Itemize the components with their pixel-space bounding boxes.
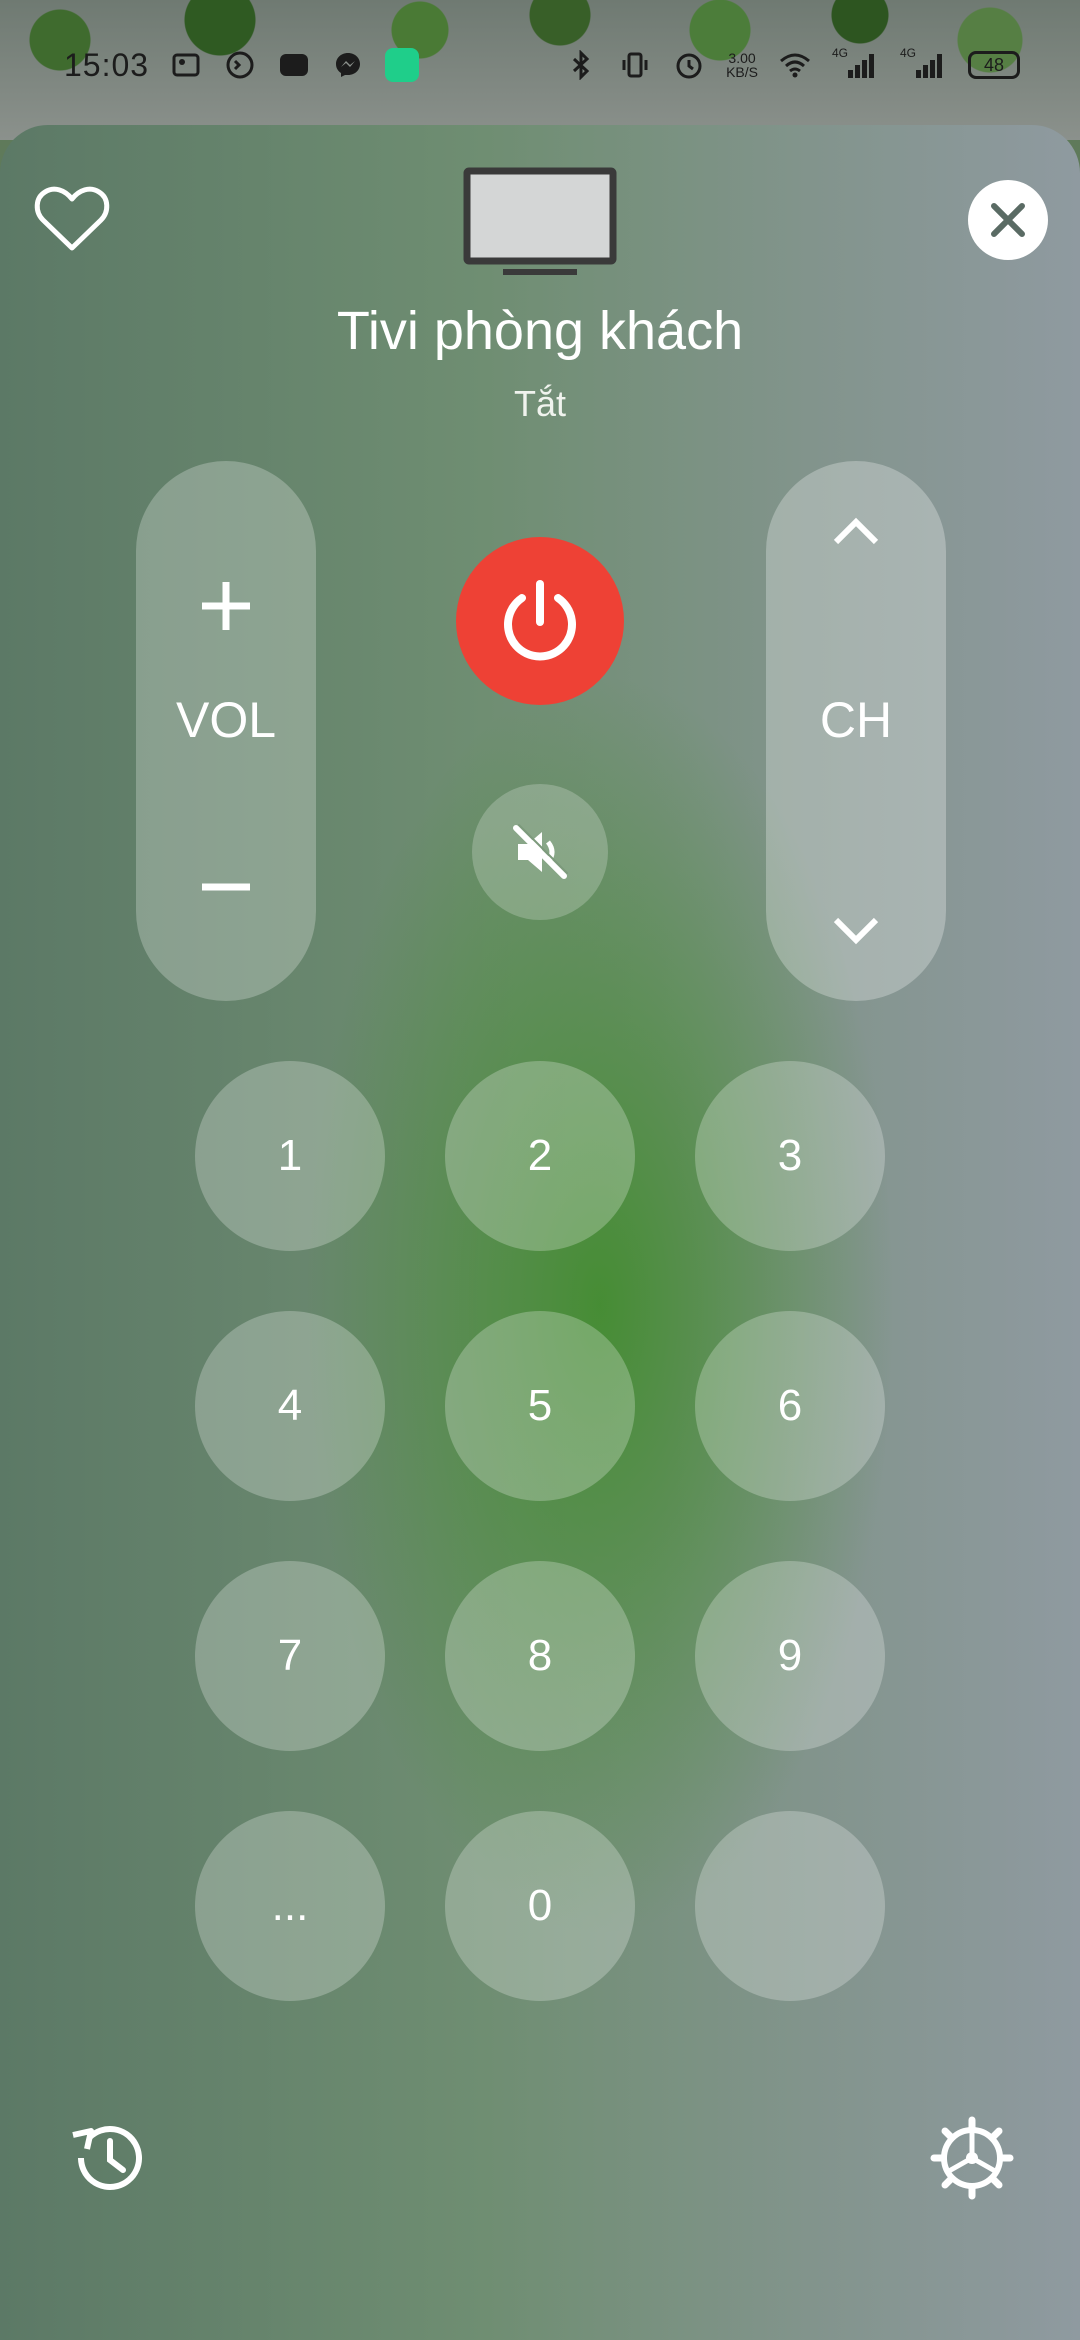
power-button[interactable] xyxy=(456,537,624,705)
chevron-down-icon xyxy=(833,917,879,945)
chevron-up-icon xyxy=(833,517,879,545)
cell-signal-2-label: 4G xyxy=(900,46,917,60)
power-icon xyxy=(504,580,576,661)
messenger-notification-icon xyxy=(331,48,365,82)
minus-icon xyxy=(202,883,250,891)
channel-label: CH xyxy=(819,692,893,748)
status-time: 15:03 xyxy=(64,46,150,83)
wifi-icon xyxy=(778,48,812,82)
history-button[interactable] xyxy=(58,2108,158,2208)
gallery-notification-icon xyxy=(169,48,203,82)
volume-up-button[interactable] xyxy=(136,536,316,676)
remote-control-sheet: Tivi phòng khách Tắt VOL CH 1 2 3 4 5 6 … xyxy=(0,125,1080,2340)
channel-down-button[interactable] xyxy=(766,861,946,1001)
tv-icon xyxy=(463,167,617,275)
mute-button[interactable] xyxy=(472,784,608,920)
history-icon xyxy=(72,2126,142,2190)
settings-button[interactable] xyxy=(922,2108,1022,2208)
key-9[interactable]: 9 xyxy=(695,1561,885,1751)
zalo-notification-icon xyxy=(277,48,311,82)
plus-icon xyxy=(202,582,250,630)
key-1[interactable]: 1 xyxy=(195,1061,385,1251)
close-icon xyxy=(991,203,1025,237)
device-name: Tivi phòng khách xyxy=(336,301,744,361)
cell-signal-2-icon: 4G xyxy=(900,46,948,82)
key-3[interactable]: 3 xyxy=(695,1061,885,1251)
key-0[interactable]: 0 xyxy=(445,1811,635,2001)
status-bar: 15:03 3.00 KB/S 4G 4G 48 xyxy=(0,0,1080,130)
channel-rocker: CH xyxy=(766,461,946,1001)
channel-up-button[interactable] xyxy=(766,461,946,601)
volume-rocker: VOL xyxy=(136,461,316,1001)
cell-signal-1-label: 4G xyxy=(832,46,849,60)
bluetooth-icon xyxy=(564,48,598,82)
network-speed-unit: KB/S xyxy=(726,64,758,80)
battery-level: 48 xyxy=(983,54,1005,75)
settings-gear-icon xyxy=(930,2116,1014,2200)
key-6[interactable]: 6 xyxy=(695,1311,885,1501)
favorite-button[interactable] xyxy=(32,179,112,259)
key-2[interactable]: 2 xyxy=(445,1061,635,1251)
key-more[interactable]: ... xyxy=(195,1811,385,2001)
cell-signal-1-icon: 4G xyxy=(832,46,880,82)
volume-label: VOL xyxy=(175,692,277,748)
battery-indicator: 48 xyxy=(968,51,1020,79)
app-notification-icon xyxy=(385,48,420,82)
volume-off-icon xyxy=(513,824,568,879)
key-8[interactable]: 8 xyxy=(445,1561,635,1751)
phone-notification-icon xyxy=(223,48,257,82)
network-speed: 3.00 KB/S xyxy=(726,51,758,79)
key-7[interactable]: 7 xyxy=(195,1561,385,1751)
key-blank[interactable] xyxy=(695,1811,885,2001)
vibrate-icon xyxy=(618,48,652,82)
heart-outline-icon xyxy=(34,186,110,251)
key-4[interactable]: 4 xyxy=(195,1311,385,1501)
alarm-icon xyxy=(672,48,706,82)
close-button[interactable] xyxy=(968,180,1048,260)
key-5[interactable]: 5 xyxy=(445,1311,635,1501)
volume-down-button[interactable] xyxy=(136,817,316,957)
device-status: Tắt xyxy=(513,383,566,424)
